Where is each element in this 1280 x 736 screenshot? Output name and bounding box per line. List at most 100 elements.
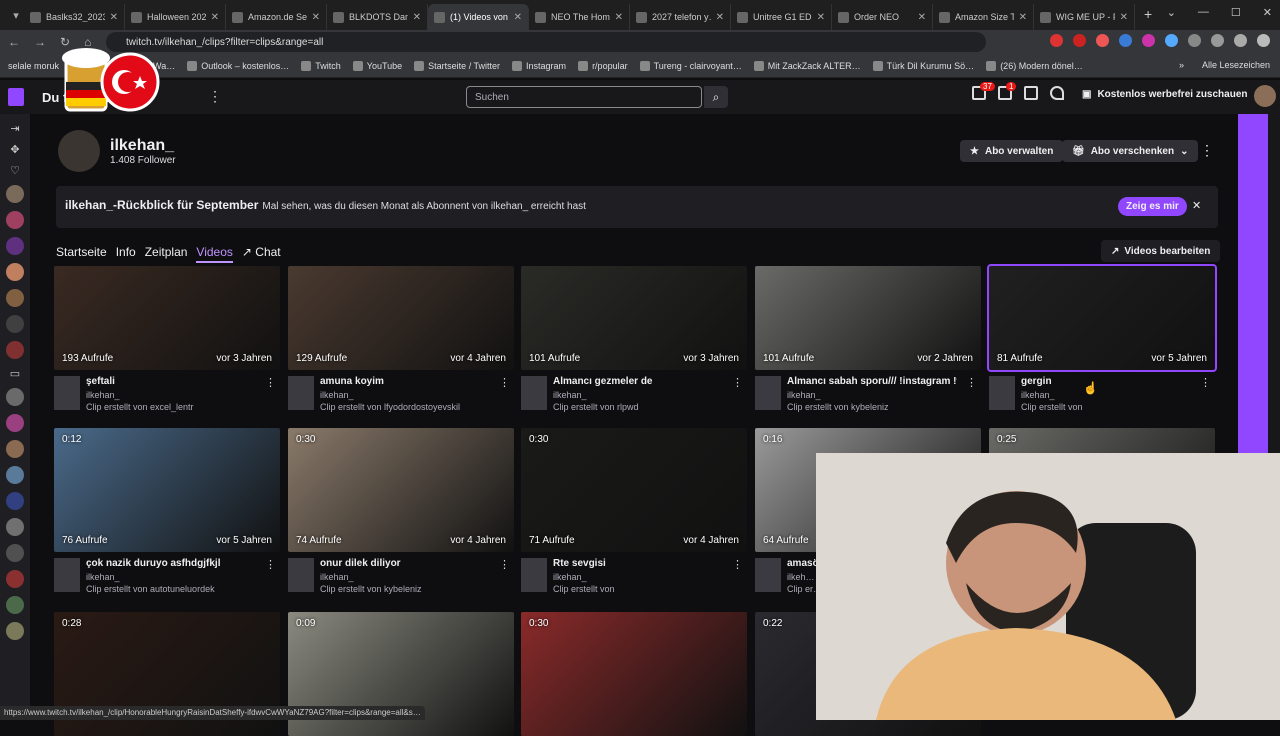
bookmark-item[interactable]: Outlook – kostenlos… [187, 60, 289, 71]
clip-thumbnail[interactable]: 101 Aufrufe vor 2 Jahren [755, 266, 981, 370]
browser-tab[interactable]: (1) Videos von ✕ [428, 4, 529, 30]
close-tab-icon[interactable]: ✕ [413, 12, 421, 23]
close-icon[interactable]: ✕ [1263, 6, 1272, 19]
clip-card[interactable]: 0:30 74 Aufrufe vor 4 Jahren onur dilek dil… [288, 428, 514, 602]
clip-thumbnail[interactable]: 0:30 71 Aufrufe vor 4 Jahren [521, 428, 747, 552]
bookmark-item[interactable]: Instagram [512, 60, 566, 71]
channel-avatar[interactable] [6, 622, 24, 640]
channel-avatar-large[interactable] [58, 130, 100, 172]
all-bookmarks[interactable]: Alle Lesezeichen [1202, 60, 1270, 70]
clip-avatar[interactable] [54, 376, 80, 410]
user-avatar[interactable] [1254, 85, 1276, 107]
clip-card[interactable]: 0:12 76 Aufrufe vor 5 Jahren çok nazik duru… [54, 428, 280, 602]
channel-avatar[interactable] [6, 341, 24, 359]
search-icon[interactable]: ⌕ [704, 86, 728, 108]
clip-thumbnail[interactable]: 0:30 74 Aufrufe vor 4 Jahren [288, 428, 514, 552]
prime-loot-icon[interactable]: 37 [972, 82, 995, 100]
more-icon[interactable] [1257, 34, 1270, 47]
chevron-down-icon[interactable]: ⌄ [1167, 6, 1176, 19]
profile-icon[interactable] [1234, 34, 1247, 47]
bits-icon[interactable] [1050, 86, 1064, 100]
close-icon[interactable]: ✕ [1192, 199, 1201, 212]
browser-tab[interactable]: Amazon Size T… ✕ [933, 4, 1034, 30]
channel-name[interactable]: ilkehan_ [110, 137, 176, 155]
clip-channel[interactable]: ilkehan_ [787, 390, 821, 400]
channel-avatar[interactable] [6, 570, 24, 588]
clip-thumbnail[interactable]: 81 Aufrufe vor 5 Jahren [987, 264, 1217, 372]
channel-avatar[interactable] [6, 315, 24, 333]
tab-chat[interactable]: ↗ Chat [242, 245, 281, 263]
bookmark-item[interactable]: Startseite / Twitter [414, 60, 500, 71]
channel-avatar[interactable] [6, 596, 24, 614]
channel-more-icon[interactable]: ⋮ [1200, 142, 1214, 159]
maximize-icon[interactable]: ☐ [1231, 6, 1241, 19]
clip-thumbnail[interactable]: 0:12 76 Aufrufe vor 5 Jahren [54, 428, 280, 552]
manage-sub-button[interactable]: ★ Abo verwalten [960, 140, 1064, 162]
bookmark-item[interactable]: selale moruk [8, 61, 59, 71]
more-bookmarks-icon[interactable]: » [1179, 60, 1184, 70]
more-menu-icon[interactable]: ⋮ [208, 88, 222, 105]
clip-channel[interactable]: ilkehan_ [320, 572, 354, 582]
clip-channel[interactable]: ilkehan_ [320, 390, 354, 400]
bookmark-item[interactable]: r/popular [578, 60, 628, 71]
browser-tab[interactable]: NEO The Hom… ✕ [529, 4, 630, 30]
channel-avatar[interactable] [6, 263, 24, 281]
channel-avatar[interactable] [6, 414, 24, 432]
channel-avatar[interactable] [6, 211, 24, 229]
expand-sidebar-icon[interactable]: ⇥ [0, 122, 30, 135]
clip-title[interactable]: gergin [1021, 376, 1191, 387]
clip-title[interactable]: amuna koyim [320, 376, 490, 387]
bookmark-item[interactable]: Tureng - clairvoyant… [639, 60, 742, 71]
sidepanel-icon[interactable] [1211, 34, 1224, 47]
browser-tab[interactable]: 2027 telefon y… ✕ [630, 4, 731, 30]
clip-card[interactable]: 101 Aufrufe vor 3 Jahren Almancı gezmeler … [521, 266, 747, 420]
browser-tab[interactable]: Order NEO ✕ [832, 4, 933, 30]
clip-avatar[interactable] [288, 376, 314, 410]
close-tab-icon[interactable]: ✕ [817, 12, 825, 23]
clip-avatar[interactable] [54, 558, 80, 592]
extension-icon[interactable] [1165, 34, 1178, 47]
clip-avatar[interactable] [521, 558, 547, 592]
notifications-icon[interactable]: 1 [998, 82, 1017, 100]
channel-avatar[interactable] [6, 518, 24, 536]
clip-avatar[interactable] [755, 558, 781, 592]
whispers-icon[interactable] [1024, 86, 1038, 100]
tab-home[interactable]: Startseite [56, 245, 107, 263]
gift-sub-button[interactable]: 🎁︎ Abo verschenken ⌄ [1062, 140, 1199, 162]
clip-avatar[interactable] [989, 376, 1015, 410]
clip-channel[interactable]: ilkehan_ [86, 390, 120, 400]
clip-channel[interactable]: ilkeh… [787, 572, 815, 582]
close-tab-icon[interactable]: ✕ [716, 12, 724, 23]
close-tab-icon[interactable]: ✕ [615, 12, 623, 23]
back-icon[interactable]: ← [8, 35, 20, 49]
clip-more-icon[interactable]: ⋮ [1200, 376, 1211, 389]
clip-avatar[interactable] [288, 558, 314, 592]
clip-avatar[interactable] [755, 376, 781, 410]
browser-tab[interactable]: BLKDOTS Dam… ✕ [327, 4, 428, 30]
clip-title[interactable]: Almancı sabah sporu/// !instagram !t… [787, 376, 957, 387]
clip-title[interactable]: çok nazik duruyo asfhdgjfkjl [86, 558, 256, 569]
clip-avatar[interactable] [521, 376, 547, 410]
bookmark-item[interactable]: Mit ZackZack ALTER… [753, 60, 861, 71]
channel-avatar[interactable] [6, 388, 24, 406]
channel-avatar[interactable] [6, 440, 24, 458]
tab-about[interactable]: Info [116, 245, 136, 263]
browser-tab[interactable]: Baslks32_2023 ✕ [24, 4, 125, 30]
channel-avatar[interactable] [6, 544, 24, 562]
clip-channel[interactable]: ilkehan_ [553, 390, 587, 400]
browser-tab[interactable]: Unitree G1 ED… ✕ [731, 4, 832, 30]
extension-icon[interactable] [1142, 34, 1155, 47]
close-tab-icon[interactable]: ✕ [211, 12, 219, 23]
channel-avatar[interactable] [6, 289, 24, 307]
search-input[interactable]: Suchen [466, 86, 702, 108]
clip-card[interactable]: 129 Aufrufe vor 4 Jahren amuna koyim ilkeha… [288, 266, 514, 420]
show-me-button[interactable]: Zeig es mir [1118, 197, 1187, 216]
clip-title[interactable]: Rte sevgisi [553, 558, 723, 569]
bookmark-item[interactable]: YouTube [352, 60, 402, 71]
bookmark-item[interactable]: Twitch [301, 60, 341, 71]
puzzle-icon[interactable] [1188, 34, 1201, 47]
clip-more-icon[interactable]: ⋮ [265, 376, 276, 389]
close-tab-icon[interactable]: ✕ [514, 12, 522, 23]
clip-thumbnail[interactable]: 129 Aufrufe vor 4 Jahren [288, 266, 514, 370]
channel-avatar[interactable] [6, 185, 24, 203]
